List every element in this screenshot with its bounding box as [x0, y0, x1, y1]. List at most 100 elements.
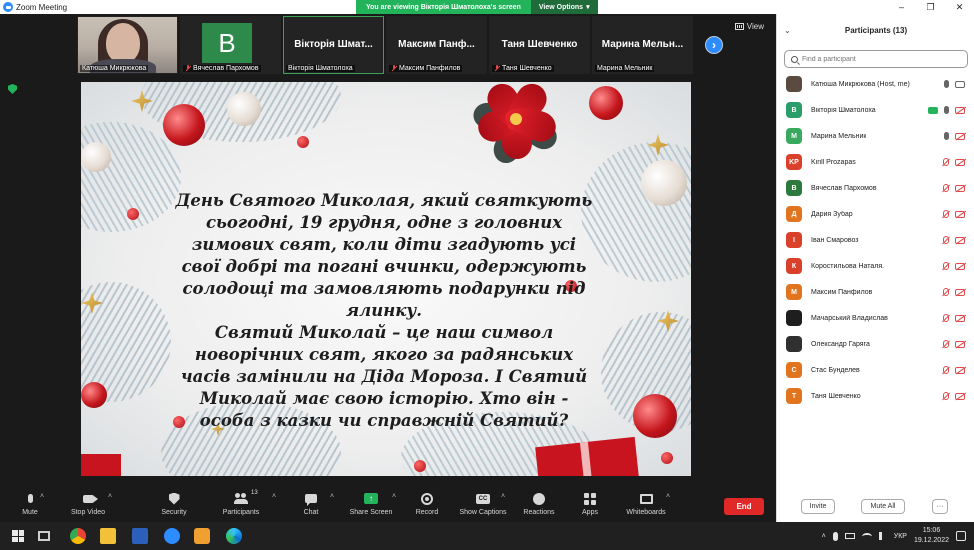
chevron-up-icon[interactable]: ˄	[666, 493, 672, 500]
video-off-icon[interactable]	[955, 288, 965, 296]
end-meeting-button[interactable]: End	[724, 498, 764, 515]
mic-muted-icon[interactable]	[943, 236, 949, 244]
media-player-icon[interactable]	[194, 528, 210, 544]
view-button[interactable]: View	[734, 22, 764, 31]
video-tile[interactable]: Таня Шевченко Таня Шевченко	[489, 16, 590, 74]
speaker-icon[interactable]	[878, 532, 887, 540]
video-off-icon[interactable]	[955, 262, 965, 270]
word-icon[interactable]	[132, 528, 148, 544]
chevron-up-icon[interactable]: ˄	[822, 533, 826, 540]
video-tile[interactable]: Марина Мельн... Марина Мельник	[592, 16, 693, 74]
microphone-icon[interactable]	[944, 80, 949, 88]
mic-muted-icon[interactable]	[943, 288, 949, 296]
participant-row[interactable]: К Коростильова Наталя.	[777, 253, 974, 279]
video-off-icon[interactable]	[955, 314, 965, 322]
participant-row[interactable]: Д Дария Зубар	[777, 201, 974, 227]
video-off-icon[interactable]	[955, 366, 965, 374]
mute-all-button[interactable]: Mute All	[861, 499, 905, 514]
video-tile[interactable]: В Вячеслав Пархомов	[180, 16, 281, 74]
video-camera-icon[interactable]	[955, 80, 965, 88]
video-tile-active-speaker[interactable]: Вікторія Шмат... Вікторія Шматолоха	[283, 16, 384, 74]
video-off-icon[interactable]	[955, 236, 965, 244]
berry-decoration	[414, 460, 426, 472]
participant-status-icons	[943, 236, 965, 244]
viewing-banner: You are viewing Вікторія Шматолоха's scr…	[356, 0, 598, 14]
chevron-up-icon[interactable]: ˄	[330, 493, 336, 500]
windows-start-icon[interactable]	[12, 530, 24, 542]
chevron-up-icon[interactable]: ˄	[40, 493, 46, 500]
mic-muted-icon[interactable]	[943, 184, 949, 192]
mic-muted-icon[interactable]	[943, 262, 949, 270]
file-explorer-icon[interactable]	[100, 528, 116, 544]
microphone-icon[interactable]	[832, 531, 838, 541]
microphone-icon[interactable]	[944, 106, 949, 114]
encryption-shield-icon[interactable]	[8, 84, 17, 94]
participant-search-box[interactable]	[784, 50, 968, 68]
view-options-button[interactable]: View Options ▾	[530, 0, 598, 14]
minimize-button[interactable]: –	[887, 0, 916, 14]
gallery-grid-icon	[734, 23, 744, 30]
chevron-up-icon[interactable]: ˄	[501, 493, 507, 500]
participant-row[interactable]: В Вячеслав Пархомов	[777, 175, 974, 201]
panel-footer: Invite Mute All ···	[777, 496, 974, 518]
notifications-icon[interactable]	[956, 531, 966, 541]
edge-icon[interactable]	[226, 528, 242, 544]
video-tile[interactable]: Катюша Микрюкова	[77, 16, 178, 74]
mute-button[interactable]: Mute	[0, 492, 60, 516]
slide-text: День Святого Миколая, який святкують сьо…	[161, 190, 607, 432]
participant-row[interactable]: М Максим Панфилов	[777, 279, 974, 305]
battery-icon[interactable]	[844, 533, 855, 539]
close-button[interactable]: ✕	[945, 0, 974, 14]
mic-muted-icon[interactable]	[943, 210, 949, 218]
chevron-up-icon[interactable]: ˄	[272, 493, 278, 500]
clock[interactable]: 15:06 19.12.2022	[914, 526, 949, 546]
security-button[interactable]: Security	[144, 492, 204, 516]
mic-muted-icon[interactable]	[943, 366, 949, 374]
slide-text-line: День Святого Миколая, який святкують	[175, 191, 593, 210]
berry-decoration	[297, 136, 309, 148]
language-indicator[interactable]: УКР	[894, 533, 907, 540]
video-tile[interactable]: Максим Панф... Максим Панфилов	[386, 16, 487, 74]
record-button[interactable]: Record	[397, 492, 457, 516]
zoom-icon[interactable]	[164, 528, 180, 544]
slide-text-line: ялинку.	[345, 301, 422, 320]
chrome-icon[interactable]	[70, 528, 86, 544]
maximize-button[interactable]: ❐	[916, 0, 945, 14]
mic-muted-icon[interactable]	[943, 158, 949, 166]
participant-row[interactable]: І Іван Смаровоз	[777, 227, 974, 253]
participant-row[interactable]: KP Kirill Prozapas	[777, 149, 974, 175]
invite-button[interactable]: Invite	[801, 499, 835, 514]
mic-muted-icon	[185, 65, 191, 72]
participant-row[interactable]: В Вікторія Шматолоха	[777, 97, 974, 123]
wifi-icon[interactable]	[861, 532, 872, 540]
participants-button[interactable]: Participants	[211, 492, 271, 516]
video-off-icon[interactable]	[955, 340, 965, 348]
video-off-icon[interactable]	[955, 106, 965, 114]
mic-muted-icon[interactable]	[943, 314, 949, 322]
participant-row[interactable]: С Стас Бунделев	[777, 357, 974, 383]
tile-name-label: Максим Панфилов	[389, 65, 463, 72]
apps-button[interactable]: Apps	[560, 492, 620, 516]
video-off-icon[interactable]	[955, 210, 965, 218]
participant-row[interactable]: Мачарський Владислав	[777, 305, 974, 331]
task-view-icon[interactable]	[38, 531, 50, 541]
title-bar: Zoom Meeting You are viewing Вікторія Шм…	[0, 0, 974, 14]
microphone-icon[interactable]	[944, 132, 949, 140]
more-options-button[interactable]: ···	[932, 499, 948, 514]
video-off-icon[interactable]	[955, 184, 965, 192]
berry-decoration	[127, 208, 139, 220]
video-off-icon[interactable]	[955, 158, 965, 166]
video-off-icon[interactable]	[955, 392, 965, 400]
avatar	[786, 76, 802, 92]
mic-muted-icon[interactable]	[943, 340, 949, 348]
participant-row[interactable]: Олександр Гаряга	[777, 331, 974, 357]
participant-row[interactable]: Т Таня Шевченко	[777, 383, 974, 409]
participant-row[interactable]: Катюша Микрюкова (Host, me)	[777, 71, 974, 97]
chevron-up-icon[interactable]: ˄	[108, 493, 114, 500]
mic-muted-icon[interactable]	[943, 392, 949, 400]
participant-search-input[interactable]	[802, 55, 962, 63]
next-page-button[interactable]: ›	[705, 36, 723, 54]
participant-row[interactable]: М Марина Мельник	[777, 123, 974, 149]
white-bauble-decoration	[641, 160, 687, 206]
video-off-icon[interactable]	[955, 132, 965, 140]
